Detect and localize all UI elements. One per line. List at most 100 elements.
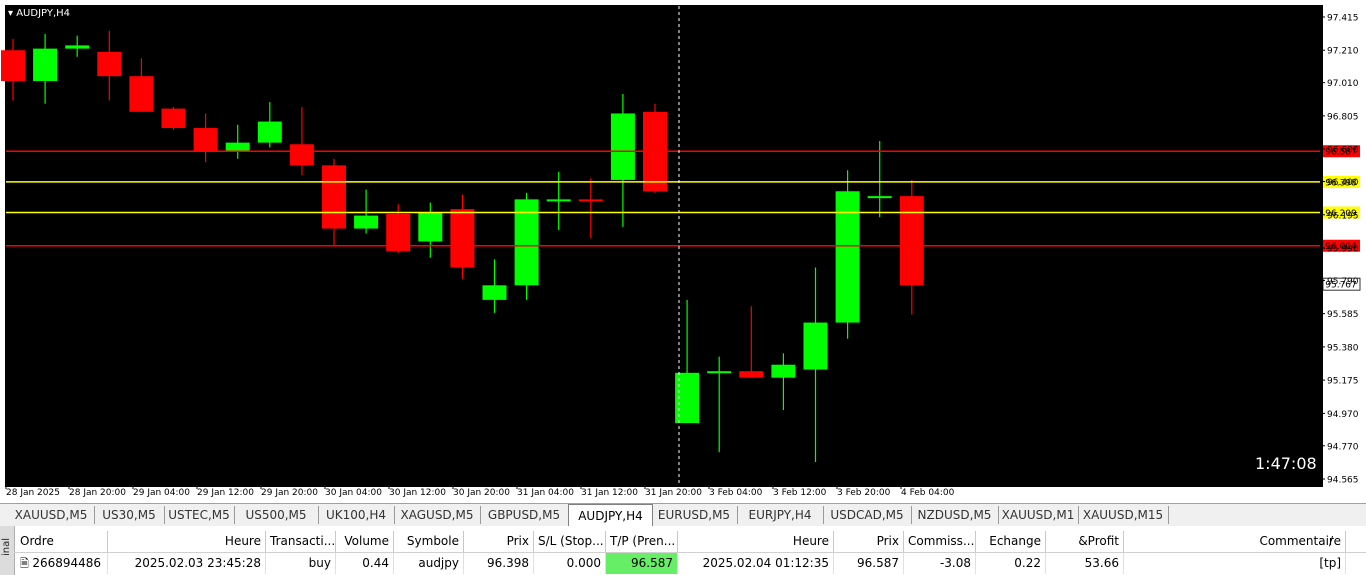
column-header[interactable]: Heure bbox=[678, 531, 834, 552]
x-tick-label: 29 Jan 20:00 bbox=[261, 488, 318, 498]
bull-candle bbox=[610, 113, 635, 180]
bull-candle bbox=[257, 121, 282, 143]
column-header[interactable]: Transacti... bbox=[266, 531, 336, 552]
chart-tab-ustec-m5[interactable]: USTEC,M5 bbox=[164, 506, 235, 524]
y-tick-label: 94.565 bbox=[1327, 476, 1359, 486]
order-cell: 2025.02.03 23:45:28 bbox=[108, 553, 266, 574]
x-tick-label: 28 Jan 2025 bbox=[6, 488, 60, 498]
chart-tab-audjpy-h4[interactable]: AUDJPY,H4 bbox=[568, 504, 653, 526]
column-header[interactable]: &Profit bbox=[1046, 531, 1124, 552]
bear-candle bbox=[322, 165, 346, 229]
trading-terminal-window: 96.587 96.398 96.209 96.004 95.767 97.415 97.2… bbox=[0, 0, 1366, 575]
x-tick-label: 31 Jan 04:00 bbox=[517, 488, 574, 498]
order-id: 266894486 bbox=[32, 556, 102, 570]
order-cell: 0.000 bbox=[534, 553, 606, 574]
chart-tab-xauusd-m15[interactable]: XAUUSD,M15 bbox=[1078, 506, 1169, 524]
row-divider bbox=[14, 552, 1366, 553]
column-header[interactable]: Prix bbox=[464, 531, 534, 552]
order-cell: buy bbox=[266, 553, 336, 574]
bear-candle bbox=[289, 144, 314, 166]
order-cell: 2025.02.04 01:12:35 bbox=[678, 553, 834, 574]
x-tick-label: 3 Feb 20:00 bbox=[837, 488, 891, 498]
x-tick-label: 3 Feb 04:00 bbox=[709, 488, 763, 498]
order-cell: [tp] bbox=[1124, 553, 1346, 574]
y-tick-label: 94.970 bbox=[1327, 410, 1359, 420]
bull-candle bbox=[225, 142, 250, 151]
x-tick-label: 4 Feb 04:00 bbox=[901, 488, 955, 498]
bear-candle bbox=[450, 209, 475, 268]
order-cell: 96.398 bbox=[464, 553, 534, 574]
y-tick-label: 97.010 bbox=[1327, 79, 1359, 89]
bull-candle bbox=[835, 191, 860, 323]
bear-candle bbox=[1, 50, 25, 82]
column-header[interactable]: Heure bbox=[108, 531, 266, 552]
y-tick-label: 95.380 bbox=[1327, 343, 1359, 353]
chart-area: 96.587 96.398 96.209 96.004 95.767 97.415 97.2… bbox=[0, 0, 1366, 503]
chart-tab-xauusd-m5[interactable]: XAUUSD,M5 bbox=[8, 506, 95, 524]
bar-countdown: 1:47:08 bbox=[1255, 454, 1317, 473]
bull-candle bbox=[418, 212, 443, 242]
bull-candle bbox=[482, 285, 507, 300]
column-header[interactable]: S/L (Stop... bbox=[534, 531, 606, 552]
chart-tab-xauusd-m1[interactable]: XAUUSD,M1 bbox=[998, 506, 1079, 524]
bear-candle bbox=[193, 128, 218, 151]
bear-candle bbox=[739, 371, 764, 378]
chart-tab-gbpusd-m5[interactable]: GBPUSD,M5 bbox=[480, 506, 569, 524]
bull-candle bbox=[546, 199, 571, 202]
column-header[interactable]: Prix bbox=[834, 531, 904, 552]
y-tick-label: 97.210 bbox=[1327, 47, 1359, 57]
column-header[interactable]: Volume bbox=[336, 531, 394, 552]
x-tick-label: 31 Jan 12:00 bbox=[581, 488, 638, 498]
chart-tab-uk100-h4[interactable]: UK100,H4 bbox=[318, 506, 395, 524]
order-cell: -3.08 bbox=[904, 553, 976, 574]
chart-tab-eurusd-m5[interactable]: EURUSD,M5 bbox=[651, 506, 738, 524]
y-tick-label: 96.195 bbox=[1327, 211, 1359, 221]
order-document-icon: 🗎 bbox=[20, 557, 33, 570]
y-tick-label: 97.415 bbox=[1327, 14, 1359, 24]
order-cell: 0.44 bbox=[336, 553, 394, 574]
sort-arrow-icon[interactable]: / bbox=[1325, 531, 1345, 552]
candlestick-chart[interactable]: 96.58796.39896.20996.00495.76797.41597.2… bbox=[0, 0, 1366, 503]
y-tick-label: 94.770 bbox=[1327, 442, 1359, 452]
bull-candle bbox=[354, 215, 379, 229]
chart-tab-nzdusd-m5[interactable]: NZDUSD,M5 bbox=[911, 506, 999, 524]
order-cell: 96.587 bbox=[834, 553, 904, 574]
bear-candle bbox=[161, 108, 186, 129]
chart-tabs: XAUUSD,M5 US30,M5 USTEC,M5 US500,M5 UK100,H4… bbox=[0, 503, 1366, 527]
chart-tab-xagusd-m5[interactable]: XAGUSD,M5 bbox=[394, 506, 481, 524]
column-header[interactable]: Echange bbox=[976, 531, 1046, 552]
bear-candle bbox=[129, 76, 154, 112]
chart-tab-us500-m5[interactable]: US500,M5 bbox=[234, 506, 319, 524]
symbol-label[interactable]: ▾ AUDJPY,H4 bbox=[8, 8, 70, 19]
x-tick-label: 29 Jan 04:00 bbox=[133, 488, 190, 498]
bear-candle bbox=[899, 196, 924, 286]
bull-candle bbox=[771, 364, 796, 378]
order-cell: 96.587 bbox=[606, 553, 678, 574]
column-header[interactable]: Commiss... bbox=[904, 531, 976, 552]
symbol-timeframe: AUDJPY,H4 bbox=[16, 8, 71, 19]
x-tick-label: 29 Jan 12:00 bbox=[197, 488, 254, 498]
y-tick-label: 95.175 bbox=[1327, 377, 1359, 387]
dropdown-triangle-icon[interactable]: ▾ bbox=[8, 8, 13, 19]
chart-tab-us30-m5[interactable]: US30,M5 bbox=[94, 506, 165, 524]
x-tick-label: 3 Feb 12:00 bbox=[773, 488, 827, 498]
y-tick-label: 96.805 bbox=[1327, 112, 1359, 122]
y-tick-label: 96.600 bbox=[1327, 146, 1359, 156]
column-header[interactable]: Commentaire bbox=[1124, 531, 1346, 552]
order-cell: 53.66 bbox=[1046, 553, 1124, 574]
column-header[interactable]: T/P (Pren... bbox=[606, 531, 678, 552]
order-cell: 🗎 266894486 bbox=[16, 553, 108, 574]
order-cell: 0.22 bbox=[976, 553, 1046, 574]
chart-tab-eurjpy-h4[interactable]: EURJPY,H4 bbox=[737, 506, 824, 524]
x-tick-label: 30 Jan 12:00 bbox=[389, 488, 446, 498]
bull-candle bbox=[867, 196, 892, 199]
x-tick-label: 30 Jan 04:00 bbox=[325, 488, 382, 498]
x-tick-label: 30 Jan 20:00 bbox=[453, 488, 510, 498]
y-tick-label: 95.585 bbox=[1327, 310, 1359, 320]
bull-candle bbox=[65, 45, 90, 49]
column-header[interactable]: Ordre bbox=[16, 531, 108, 552]
chart-tab-usdcad-m5[interactable]: USDCAD,M5 bbox=[823, 506, 912, 524]
column-header[interactable]: Symbole bbox=[394, 531, 464, 552]
bull-candle bbox=[33, 48, 58, 82]
bull-candle bbox=[707, 371, 732, 374]
